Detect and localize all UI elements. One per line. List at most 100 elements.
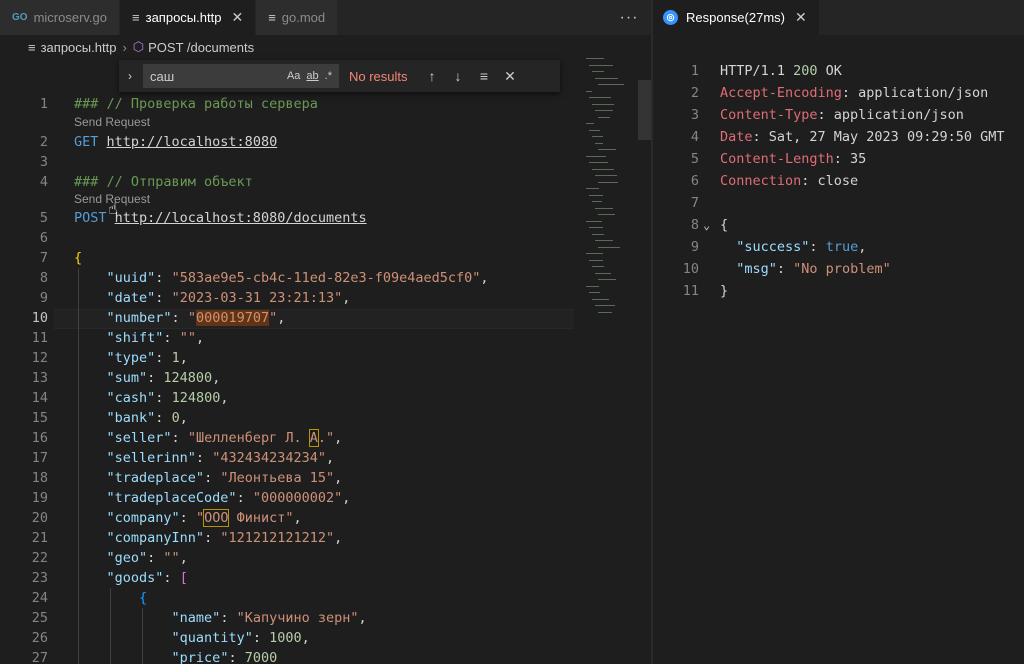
minimap-line (598, 311, 613, 313)
code-token: HTTP/1.1 (720, 63, 794, 79)
minimap-line (592, 266, 604, 267)
line-number: 13 (31, 370, 48, 386)
code-token: "Шелленберг Л. (187, 430, 310, 446)
code-token: { (139, 590, 148, 606)
code-token: : (147, 370, 164, 386)
minimap-line (598, 149, 616, 150)
code-token: "Леонтьева 15" (220, 470, 335, 486)
code-text: "bank": 0, (74, 408, 188, 428)
http-file-icon: ≡ (132, 10, 140, 25)
code-text: Content-Length: 35 (720, 148, 866, 170)
minimap-line (592, 201, 602, 202)
http-editor[interactable]: 1 ### // Проверка работы сервера Send Requ… (0, 92, 575, 664)
vertical-scrollbar[interactable] (638, 80, 651, 140)
tab-response[interactable]: ◎ Response(27ms) ✕ (653, 0, 820, 35)
close-icon[interactable]: ✕ (795, 9, 807, 26)
breadcrumb-file[interactable]: запросы.http (41, 40, 117, 55)
line-number: 26 (31, 630, 48, 646)
line-number: 14 (31, 390, 48, 406)
code-token: " (195, 510, 205, 526)
tab-label: go.mod (281, 10, 326, 25)
close-icon[interactable]: ✕ (231, 9, 243, 26)
code-token: , (212, 370, 221, 386)
toggle-replace-chevron-icon[interactable]: › (119, 69, 141, 83)
code-token: , (293, 510, 302, 526)
code-token: 124800 (171, 390, 221, 406)
line-number: 12 (31, 350, 48, 366)
line-number: 10 (682, 261, 699, 277)
minimap-line (589, 194, 604, 196)
breadcrumb-symbol[interactable]: POST /documents (148, 40, 254, 55)
more-actions-button[interactable]: ··· (607, 0, 651, 35)
code-token: 1000 (269, 630, 302, 646)
code-token: : (163, 570, 180, 586)
code-token: : (155, 290, 172, 306)
code-token: "shift" (106, 330, 164, 346)
code-token: : (236, 490, 253, 506)
code-token: , (301, 630, 310, 646)
code-token: 200 (793, 63, 818, 79)
tab-zaprosy-http[interactable]: ≡ запросы.http ✕ (120, 0, 257, 35)
minimap[interactable] (578, 58, 642, 338)
tab-label: microserv.go (33, 10, 108, 25)
tab-go-mod[interactable]: ≡ go.mod (256, 0, 339, 35)
code-token: "bank" (106, 410, 156, 426)
minimap-line (586, 155, 607, 157)
code-text: "companyInn": "121212121212", (74, 528, 343, 548)
line-number: 22 (31, 550, 48, 566)
minimap-line (598, 116, 610, 118)
find-in-selection-button[interactable]: ≡ (471, 68, 497, 84)
code-token: { (720, 217, 729, 233)
code-token: http://localhost:8080/documents (114, 210, 367, 226)
code-text: "seller": "Шелленберг Л. А.", (74, 428, 342, 448)
code-token: 124800 (163, 370, 213, 386)
find-input[interactable]: саш Aa ab .* (143, 64, 339, 88)
code-token: "companyInn" (106, 530, 205, 546)
match-case-button[interactable]: Aa (287, 70, 300, 82)
minimap-line (589, 259, 604, 261)
code-token: 0 (171, 410, 180, 426)
code-token: ### // Проверка работы сервера (74, 96, 318, 112)
code-token: : (220, 610, 237, 626)
line-number: 6 (690, 173, 699, 189)
line-number: 8 (39, 270, 48, 286)
code-text: "price": 7000 (74, 648, 278, 664)
line-number: 5 (39, 210, 48, 226)
minimap-line (598, 181, 619, 183)
minimap-line (589, 97, 611, 98)
line-number: 6 (39, 230, 48, 246)
line-number: 1 (690, 63, 699, 79)
fold-chevron-icon[interactable]: ⌄ (703, 214, 710, 236)
use-regex-button[interactable]: .* (325, 70, 332, 82)
code-text: "quantity": 1000, (74, 628, 310, 648)
code-text: ### // Проверка работы сервера (74, 94, 318, 114)
code-token: : (195, 450, 213, 466)
match-whole-word-button[interactable]: ab (306, 70, 318, 82)
code-token: "Капучино зерн" (236, 610, 359, 626)
line-number: 11 (682, 283, 699, 299)
code-token: : (809, 239, 826, 255)
code-token: "quantity" (171, 630, 253, 646)
close-find-button[interactable]: ✕ (497, 68, 523, 85)
code-token: : (147, 550, 164, 566)
send-request-link[interactable]: Send Request (74, 114, 150, 130)
code-token: , (179, 350, 188, 366)
previous-match-button[interactable]: ↑ (419, 68, 445, 84)
minimap-line (595, 142, 604, 144)
line-number: 3 (690, 107, 699, 123)
go-file-icon: GO (12, 12, 28, 23)
tab-microserv-go[interactable]: GO microserv.go (0, 0, 121, 35)
next-match-button[interactable]: ↓ (445, 68, 471, 84)
code-token: : application/json (841, 85, 989, 101)
line-number: 27 (31, 650, 48, 664)
line-number: 20 (31, 510, 48, 526)
code-text: Content-Type: application/json (720, 104, 964, 126)
